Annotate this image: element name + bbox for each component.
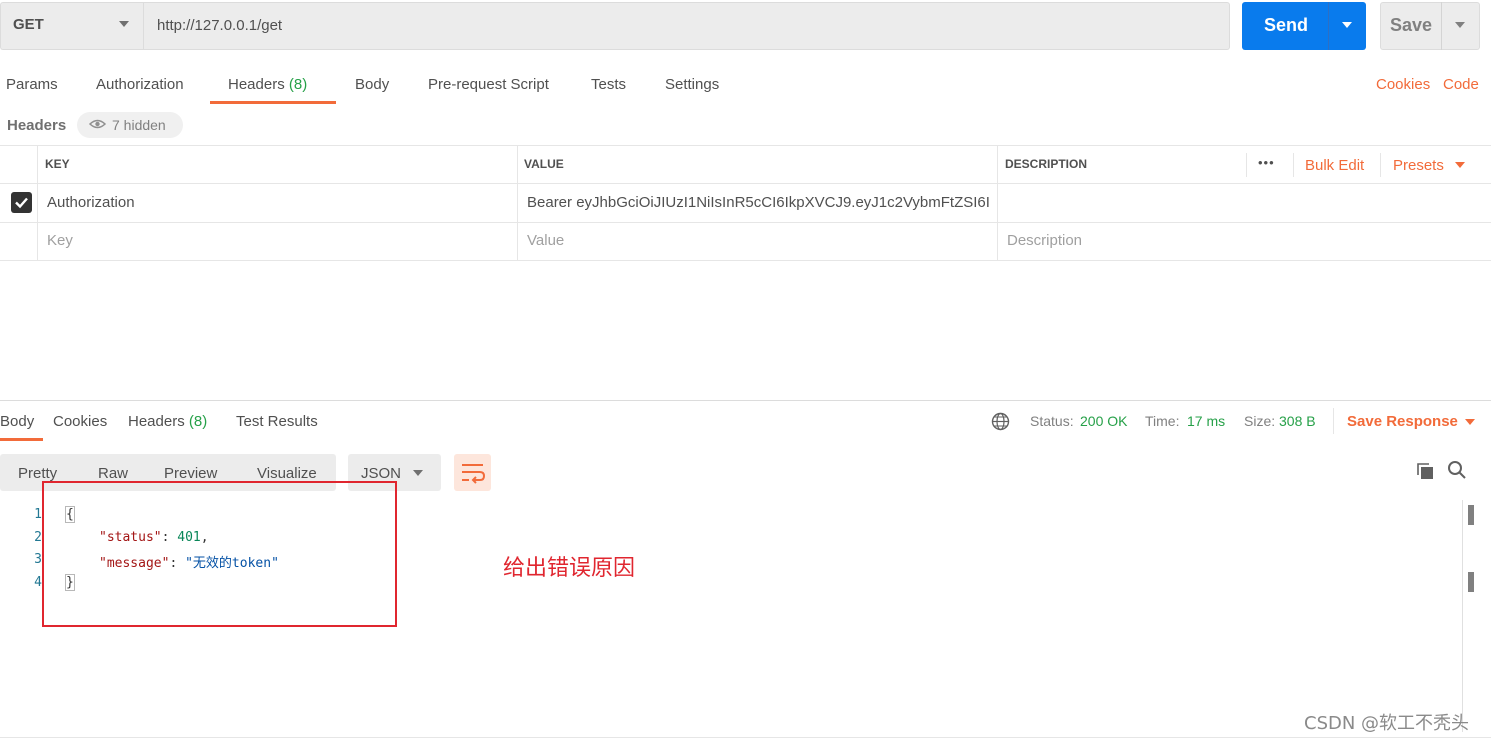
tab-params[interactable]: Params — [6, 76, 58, 93]
chevron-down-icon — [119, 21, 129, 27]
chevron-down-icon[interactable] — [1455, 22, 1465, 28]
chevron-down-icon[interactable] — [1465, 419, 1475, 425]
response-tab-body[interactable]: Body — [0, 413, 34, 430]
column-header-value: VALUE — [524, 157, 564, 171]
tab-headers-count: (8) — [288, 76, 308, 93]
editor-scrollbar-thumb[interactable] — [1468, 505, 1474, 525]
line-number: 4 — [34, 575, 42, 590]
globe-icon[interactable] — [991, 412, 1010, 431]
active-tab-indicator — [210, 101, 336, 104]
tab-settings[interactable]: Settings — [665, 76, 719, 93]
column-divider — [1293, 153, 1294, 177]
tab-tests[interactable]: Tests — [591, 76, 626, 93]
search-icon[interactable] — [1447, 460, 1467, 480]
chevron-down-icon[interactable] — [1342, 22, 1352, 28]
bulk-edit-button[interactable]: Bulk Edit — [1305, 157, 1364, 174]
column-divider — [1246, 153, 1247, 177]
line-number: 3 — [34, 552, 42, 567]
send-divider — [1328, 2, 1329, 50]
eye-icon — [89, 119, 106, 129]
column-divider — [517, 145, 518, 260]
editor-scrollbar-track — [1462, 500, 1463, 732]
headers-title: Headers — [7, 117, 67, 134]
presets-button[interactable]: Presets — [1393, 157, 1444, 174]
line-number: 2 — [34, 530, 42, 545]
size-label: Size: — [1244, 413, 1276, 429]
response-tab-headers-label: Headers — [128, 413, 185, 430]
time-value: 17 ms — [1187, 413, 1226, 429]
column-header-description: DESCRIPTION — [1005, 157, 1088, 171]
annotation-text: 给出错误原因 — [503, 556, 636, 581]
method-label: GET — [13, 16, 44, 33]
tab-pre-request-script[interactable]: Pre-request Script — [428, 76, 549, 93]
response-tab-headers[interactable]: Headers (8) — [128, 413, 207, 430]
format-visualize-button[interactable]: Visualize — [257, 465, 317, 482]
url-input[interactable] — [143, 2, 1230, 50]
column-header-key: KEY — [45, 157, 70, 171]
active-tab-indicator — [0, 438, 43, 441]
new-key-input[interactable]: Key — [47, 232, 73, 249]
copy-icon[interactable] — [1415, 461, 1435, 481]
column-divider — [1380, 153, 1381, 177]
format-raw-button[interactable]: Raw — [98, 465, 128, 482]
header-enabled-checkbox[interactable] — [11, 192, 32, 213]
column-divider — [997, 145, 998, 260]
check-icon — [15, 197, 28, 209]
new-value-input[interactable]: Value — [527, 232, 564, 249]
line-number: 1 — [34, 507, 42, 522]
format-preview-button[interactable]: Preview — [164, 465, 217, 482]
save-response-button[interactable]: Save Response — [1347, 413, 1458, 430]
watermark: CSDN @软工不秃头 — [1304, 713, 1470, 734]
header-value-cell[interactable]: Bearer eyJhbGciOiJIUzI1NiIsInR5cCI6IkpXV… — [527, 194, 989, 211]
status-divider — [1333, 408, 1334, 434]
chevron-down-icon — [413, 470, 423, 476]
url-text: http://127.0.0.1/get — [157, 17, 283, 34]
wrap-lines-button[interactable] — [454, 454, 491, 491]
header-key-cell[interactable]: Authorization — [47, 194, 507, 211]
cookies-link[interactable]: Cookies — [1376, 76, 1430, 93]
response-tab-cookies[interactable]: Cookies — [53, 413, 107, 430]
annotation-box — [42, 481, 397, 627]
table-header-border — [0, 183, 1491, 184]
code-link[interactable]: Code — [1443, 76, 1479, 93]
time-label: Time: — [1145, 413, 1180, 429]
editor-scrollbar-marker — [1468, 572, 1474, 592]
column-divider — [37, 145, 38, 260]
send-label: Send — [1264, 15, 1309, 35]
pane-divider[interactable] — [0, 400, 1491, 401]
response-tab-test-results[interactable]: Test Results — [236, 413, 318, 430]
status-label: Status: — [1030, 413, 1074, 429]
size-value: 308 B — [1279, 413, 1316, 429]
tab-authorization[interactable]: Authorization — [96, 76, 184, 93]
chevron-down-icon[interactable] — [1455, 162, 1465, 168]
response-tab-headers-count: (8) — [188, 413, 208, 430]
bottom-border — [0, 737, 1491, 738]
format-pretty-button[interactable]: Pretty — [18, 465, 57, 482]
save-label: Save — [1390, 15, 1433, 35]
tab-body[interactable]: Body — [355, 76, 389, 93]
hidden-headers-count: 7 hidden — [112, 117, 166, 133]
table-row-border — [0, 222, 1491, 223]
save-divider — [1441, 2, 1442, 50]
tab-headers-label: Headers — [228, 76, 285, 93]
table-bottom-border — [0, 260, 1491, 261]
status-value: 200 OK — [1080, 413, 1128, 429]
more-options-icon[interactable]: ••• — [1258, 155, 1275, 170]
wrap-lines-icon — [462, 464, 486, 484]
table-top-border — [0, 145, 1491, 146]
language-select-label: JSON — [361, 465, 402, 482]
tab-headers[interactable]: Headers (8) — [228, 76, 307, 93]
new-description-input[interactable]: Description — [1007, 232, 1082, 249]
